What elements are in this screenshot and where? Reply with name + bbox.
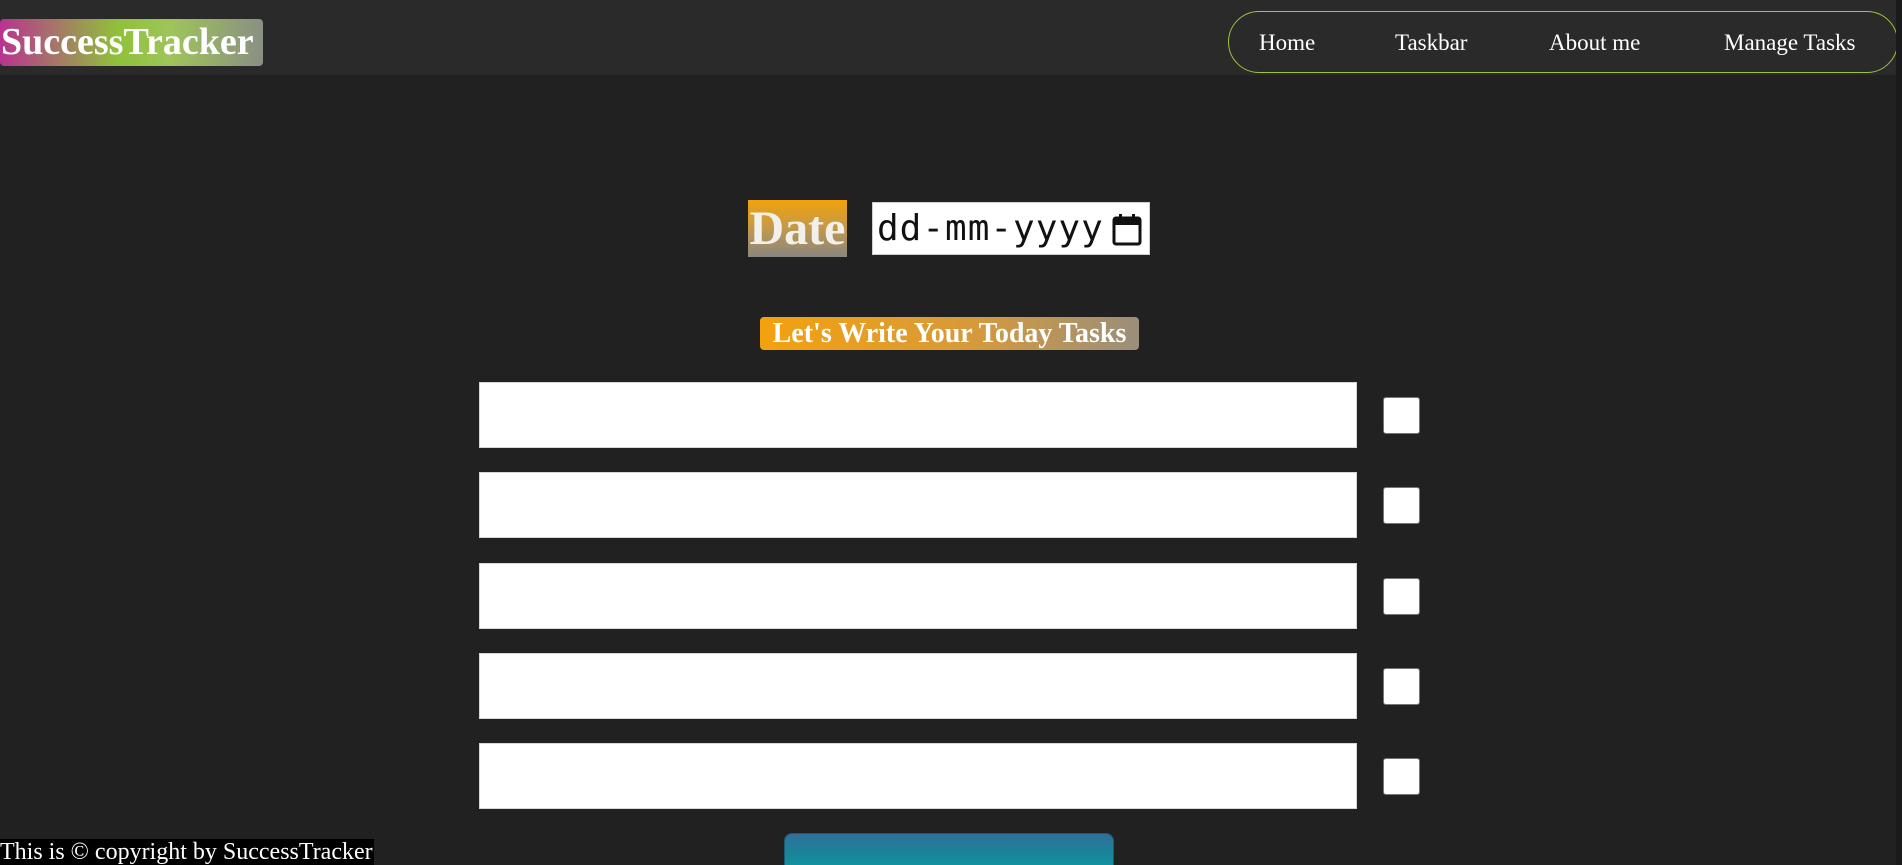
- task-row: [479, 653, 1420, 719]
- task-row: [479, 563, 1420, 629]
- task-input-4[interactable]: [479, 653, 1357, 719]
- footer-copyright: This is © copyright by SuccessTracker: [0, 839, 374, 865]
- date-label: Date: [748, 200, 847, 257]
- page: SuccessTracker Home Taskbar About me Man…: [0, 0, 1902, 865]
- task-checkbox-2[interactable]: [1383, 487, 1420, 524]
- calendar-icon[interactable]: [1112, 213, 1142, 246]
- scrollbar[interactable]: [1896, 0, 1902, 865]
- submit-button[interactable]: [784, 833, 1114, 865]
- task-row: [479, 382, 1420, 448]
- nav-item-about-me[interactable]: About me: [1549, 30, 1640, 56]
- task-input-1[interactable]: [479, 382, 1357, 448]
- logo[interactable]: SuccessTracker: [0, 19, 263, 66]
- date-input[interactable]: dd-mm-yyyy: [872, 202, 1150, 255]
- nav-item-manage-tasks[interactable]: Manage Tasks: [1724, 30, 1855, 56]
- task-checkbox-4[interactable]: [1383, 668, 1420, 705]
- task-checkbox-5[interactable]: [1383, 758, 1420, 795]
- task-checkbox-1[interactable]: [1383, 397, 1420, 434]
- main-nav: Home Taskbar About me Manage Tasks: [1228, 11, 1898, 73]
- task-input-2[interactable]: [479, 472, 1357, 538]
- header: SuccessTracker Home Taskbar About me Man…: [0, 0, 1902, 75]
- nav-item-taskbar[interactable]: Taskbar: [1395, 30, 1467, 56]
- nav-item-home[interactable]: Home: [1259, 30, 1315, 56]
- date-placeholder: dd-mm-yyyy: [877, 208, 1104, 249]
- task-row: [479, 472, 1420, 538]
- tasks-heading: Let's Write Your Today Tasks: [760, 317, 1139, 350]
- task-input-5[interactable]: [479, 743, 1357, 809]
- task-checkbox-3[interactable]: [1383, 578, 1420, 615]
- task-input-3[interactable]: [479, 563, 1357, 629]
- task-row: [479, 743, 1420, 809]
